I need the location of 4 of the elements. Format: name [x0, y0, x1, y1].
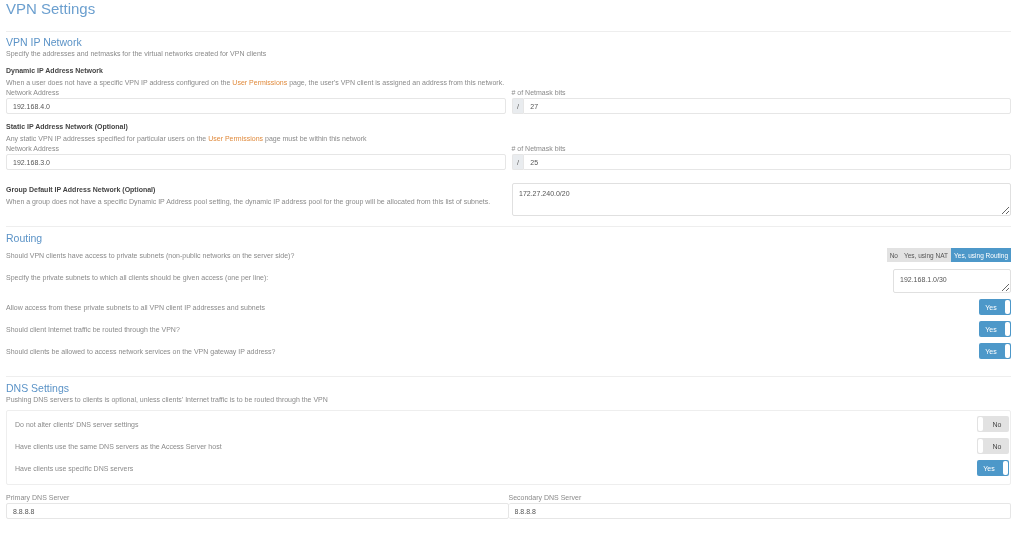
- section-title: DNS Settings: [6, 382, 71, 394]
- section-title: Routing: [6, 232, 44, 244]
- section-title: VPN IP Network: [6, 36, 83, 48]
- page-title: VPN Settings: [6, 0, 97, 18]
